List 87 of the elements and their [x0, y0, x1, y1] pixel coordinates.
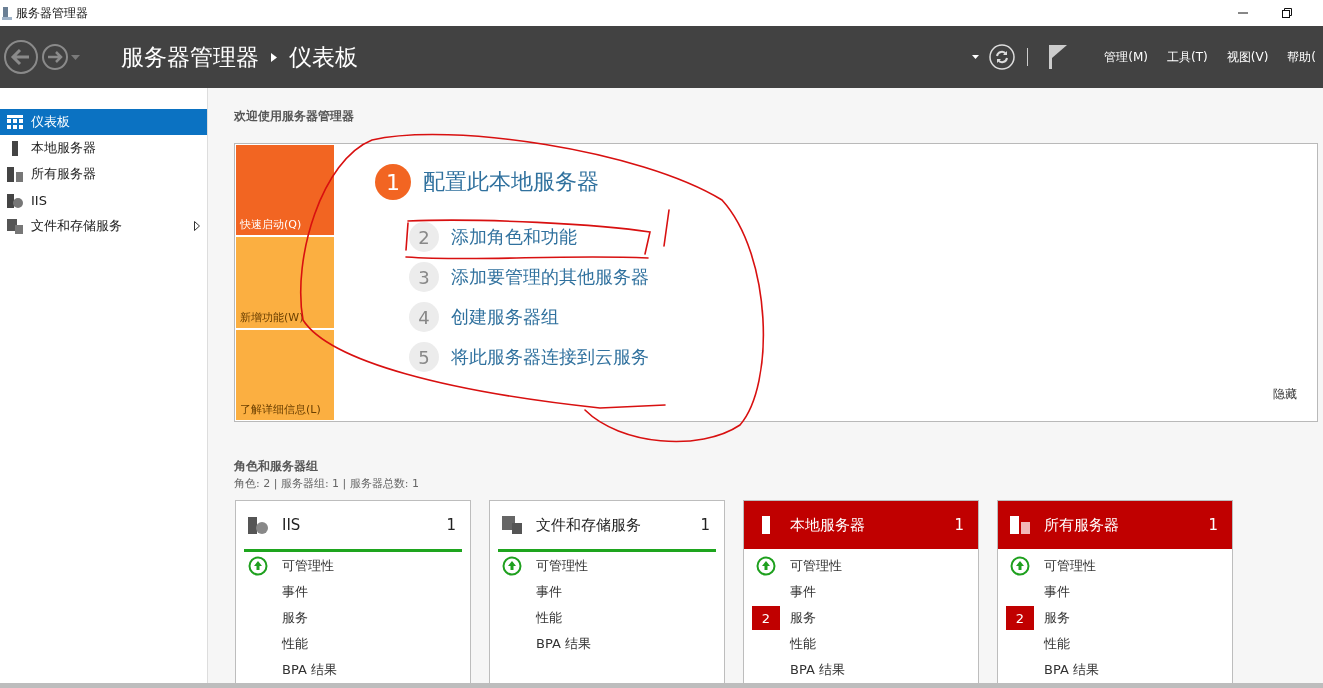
sidebar-label: 仪表板 [31, 113, 70, 131]
card-row-link[interactable]: 服务 [1044, 609, 1070, 627]
step-number: 5 [409, 342, 439, 372]
card-title: 文件和存储服务 [536, 515, 641, 535]
card-row-link[interactable]: BPA 结果 [1044, 661, 1099, 679]
folder-icon [502, 516, 522, 534]
breadcrumb-arrow-icon [271, 52, 277, 62]
flag-icon[interactable] [1048, 44, 1069, 70]
card-title: 本地服务器 [790, 515, 865, 535]
step-link[interactable]: 配置此本地服务器 [423, 167, 599, 197]
step-link[interactable]: 创建服务器组 [451, 305, 559, 329]
sidebar-item[interactable]: 仪表板 [0, 109, 207, 135]
alert-count: 2 [1006, 606, 1034, 630]
card-header[interactable]: 本地服务器 1 [744, 501, 978, 549]
refresh-icon[interactable] [989, 44, 1016, 70]
sidebar-label: 本地服务器 [31, 139, 96, 157]
server-globe-icon [248, 516, 268, 534]
card-header[interactable]: 文件和存储服务 1 [490, 501, 724, 549]
sidebar-item[interactable]: 所有服务器 [0, 161, 207, 187]
role-card[interactable]: IIS 1 可管理性 事件 服务 性能 BPA 结果 [235, 500, 471, 683]
step-link[interactable]: 添加要管理的其他服务器 [451, 265, 649, 289]
servers-icon [7, 166, 23, 182]
menu-item[interactable]: 管理(M) [1092, 48, 1156, 66]
hide-link[interactable]: 隐藏 [1273, 386, 1297, 403]
sidebar-item[interactable]: 文件和存储服务 [0, 213, 207, 239]
card-row-link[interactable]: 可管理性 [536, 557, 588, 575]
card-header[interactable]: 所有服务器 1 [998, 501, 1232, 549]
forward-icon[interactable] [41, 43, 69, 71]
card-row-link[interactable]: 性能 [282, 635, 308, 653]
quick-tile[interactable]: 了解详细信息(L) [236, 329, 334, 420]
roles-summary: 角色: 2 | 服务器组: 1 | 服务器总数: 1 [234, 476, 420, 491]
role-card[interactable]: 所有服务器 1 可管理性 事件 2 服务 性能 BPA 结果 [997, 500, 1233, 683]
menu-item[interactable]: 帮助( [1275, 48, 1323, 66]
app-title: 服务器管理器 [121, 42, 259, 72]
sidebar-label: 所有服务器 [31, 165, 96, 183]
alert-count: 2 [752, 606, 780, 630]
card-row-link[interactable]: BPA 结果 [536, 635, 591, 653]
step-link[interactable]: 添加角色和功能 [451, 225, 577, 249]
step-number: 2 [409, 222, 439, 252]
sidebar-item[interactable]: IIS [0, 187, 207, 213]
sidebar-label: IIS [31, 192, 47, 208]
caret-icon[interactable] [972, 55, 980, 59]
horizontal-scrollbar[interactable] [0, 683, 1323, 688]
card-row-link[interactable]: 服务 [282, 609, 308, 627]
card-header[interactable]: IIS 1 [236, 501, 470, 549]
role-card[interactable]: 文件和存储服务 1 可管理性 事件 性能 BPA 结果 [489, 500, 725, 683]
card-row-link[interactable]: 性能 [1044, 635, 1070, 653]
step-number: 4 [409, 302, 439, 332]
menu-item[interactable]: 工具(T) [1155, 48, 1215, 66]
step-link[interactable]: 将此服务器连接到云服务 [451, 345, 649, 369]
window-title: 服务器管理器 [16, 4, 88, 22]
menu-item[interactable]: 视图(V) [1214, 48, 1276, 66]
card-title: 所有服务器 [1044, 515, 1119, 535]
card-title: IIS [282, 516, 301, 534]
role-card[interactable]: 本地服务器 1 可管理性 事件 2 服务 性能 BPA 结果 [743, 500, 979, 683]
server-globe-icon [7, 192, 23, 208]
card-row-link[interactable]: 性能 [536, 609, 562, 627]
card-row-link[interactable]: 事件 [536, 583, 562, 601]
step-number: 3 [409, 262, 439, 292]
card-row-link[interactable]: 可管理性 [282, 557, 334, 575]
card-count: 1 [700, 516, 710, 534]
sidebar-item[interactable]: 本地服务器 [0, 135, 207, 161]
card-row-link[interactable]: 可管理性 [1044, 557, 1096, 575]
app-icon [2, 6, 12, 20]
hand-drawn-stroke [663, 209, 670, 247]
restore-icon[interactable] [1281, 7, 1293, 19]
card-row-link[interactable]: BPA 结果 [282, 661, 337, 679]
back-icon[interactable] [3, 39, 39, 75]
section-heading: 欢迎使用服务器管理器 [234, 108, 355, 124]
page-title: 仪表板 [289, 42, 358, 72]
card-row-link[interactable]: 服务 [790, 609, 816, 627]
card-row-link[interactable]: 事件 [790, 583, 816, 601]
servers-icon [1010, 516, 1030, 534]
step-number: 1 [375, 164, 411, 200]
grid-icon [7, 115, 23, 129]
folder-icon [7, 218, 23, 234]
expand-arrow-icon[interactable] [194, 221, 200, 231]
card-row-link[interactable]: 性能 [790, 635, 816, 653]
card-row-link[interactable]: 可管理性 [790, 557, 842, 575]
card-count: 1 [1208, 516, 1218, 534]
section-heading: 角色和服务器组 [234, 458, 319, 475]
card-count: 1 [446, 516, 456, 534]
card-row-link[interactable]: 事件 [1044, 583, 1070, 601]
card-count: 1 [954, 516, 964, 534]
card-row-link[interactable]: 事件 [282, 583, 308, 601]
card-row-link[interactable]: BPA 结果 [790, 661, 845, 679]
sidebar-label: 文件和存储服务 [31, 217, 122, 235]
